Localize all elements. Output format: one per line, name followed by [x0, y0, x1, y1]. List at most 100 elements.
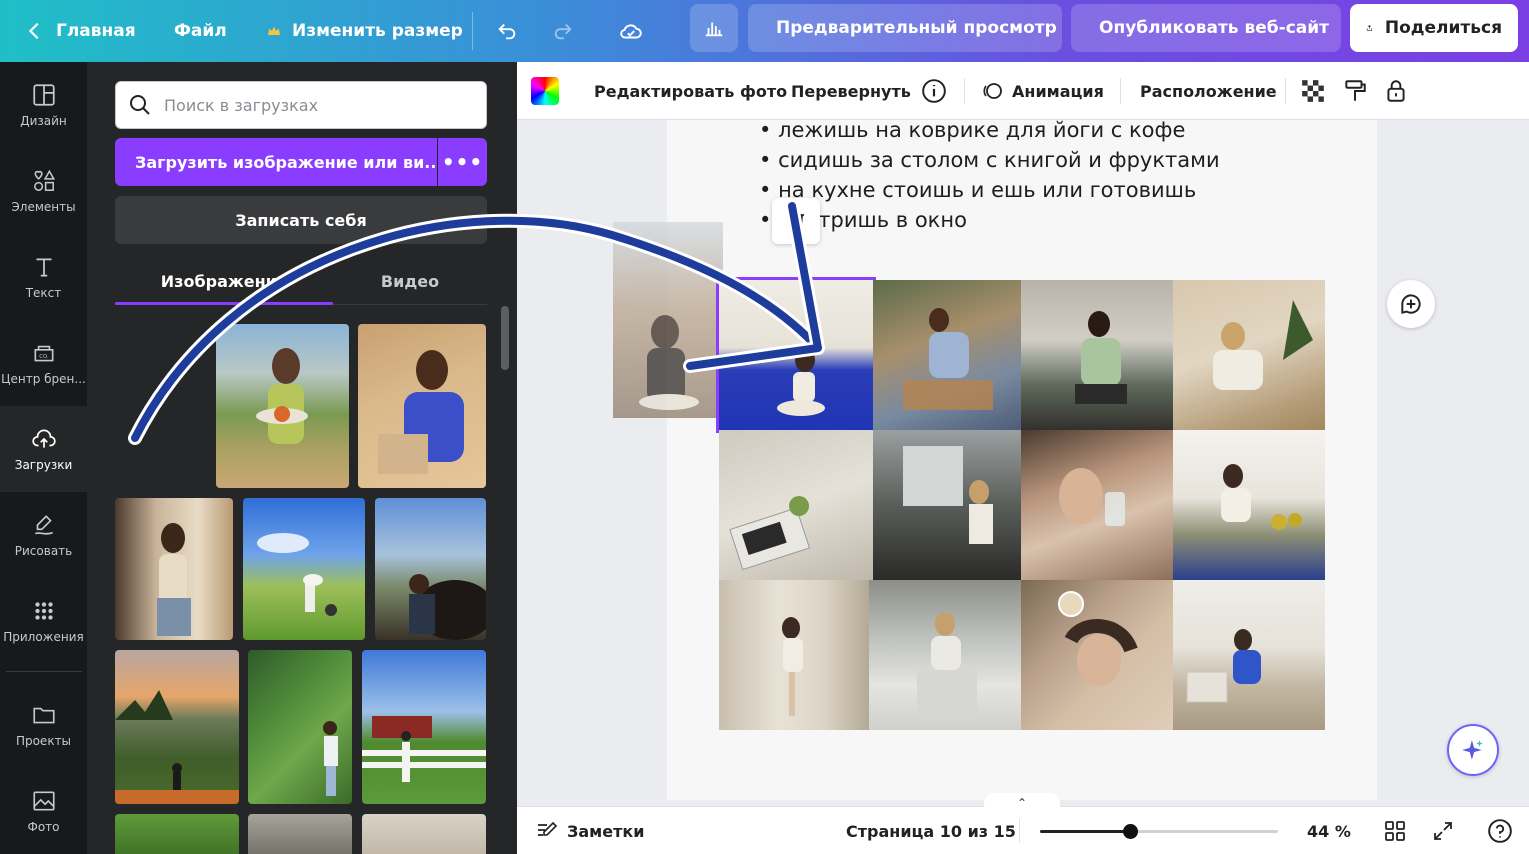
- grid-photo[interactable]: [719, 580, 869, 730]
- laptop-figure: [729, 496, 811, 571]
- notes-button[interactable]: Заметки: [535, 807, 644, 854]
- grid-photo[interactable]: [1021, 580, 1173, 730]
- publish-website-button[interactable]: Опубликовать веб-сайт: [1071, 4, 1341, 52]
- farm-figure: [362, 716, 486, 782]
- resize-button[interactable]: Изменить размер: [266, 0, 463, 62]
- upload-thumbnail[interactable]: [216, 324, 349, 488]
- animation-button[interactable]: Анимация: [980, 62, 1104, 120]
- color-picker-button[interactable]: [531, 62, 559, 120]
- grid-photo[interactable]: [1173, 430, 1325, 580]
- redo-icon: [554, 23, 572, 40]
- upload-thumbnail[interactable]: [362, 814, 486, 854]
- grid-photo[interactable]: [1173, 580, 1325, 730]
- upload-thumbnail[interactable]: [375, 498, 486, 640]
- redo-button[interactable]: [552, 0, 574, 62]
- nav-label: Рисовать: [14, 544, 73, 558]
- zoom-slider[interactable]: [1040, 824, 1278, 839]
- edit-photo-button[interactable]: Редактировать фото: [594, 62, 787, 120]
- nav-item-draw[interactable]: Рисовать: [0, 492, 87, 578]
- upload-thumbnail[interactable]: [362, 650, 486, 804]
- zoom-slider-fill: [1040, 830, 1130, 833]
- undo-button[interactable]: [496, 0, 518, 62]
- upload-thumbnail[interactable]: [358, 324, 486, 488]
- nav-label: Приложения: [3, 630, 84, 644]
- magic-assistant-button[interactable]: [1447, 724, 1499, 776]
- grid-photo[interactable]: [719, 430, 873, 580]
- nav-item-photos[interactable]: Фото: [0, 768, 87, 854]
- uploads-panel: Загрузить изображение или ви... ••• Запи…: [87, 62, 517, 854]
- bullet-item[interactable]: • на кухне стоишь и ешь или готовишь: [759, 178, 1196, 202]
- home-button[interactable]: Главная: [24, 0, 136, 62]
- nav-item-apps[interactable]: Приложения: [0, 578, 87, 664]
- person-figure: [1221, 464, 1302, 530]
- help-button[interactable]: [1487, 807, 1513, 854]
- grid-photo[interactable]: [1021, 280, 1173, 430]
- upload-more-button[interactable]: •••: [438, 138, 487, 186]
- nav-item-text[interactable]: Текст: [0, 234, 87, 320]
- grid-photo[interactable]: [1173, 280, 1325, 430]
- person-figure: [157, 523, 191, 636]
- fullscreen-button[interactable]: [1431, 807, 1455, 854]
- upload-thumbnail[interactable]: [115, 650, 239, 804]
- flip-button[interactable]: Перевернуть: [791, 62, 911, 120]
- preview-button[interactable]: Предварительный просмотр: [748, 4, 1062, 52]
- person-figure: [917, 612, 977, 720]
- grid-photo[interactable]: [873, 430, 1021, 580]
- grid-photo[interactable]: [869, 580, 1021, 730]
- add-comment-button[interactable]: [1387, 280, 1435, 328]
- search-box[interactable]: [115, 81, 487, 129]
- zoom-level[interactable]: 44 %: [1307, 807, 1351, 854]
- bullet-item[interactable]: • сидишь за столом с книгой и фруктами: [759, 148, 1220, 172]
- grid-photo[interactable]: [716, 277, 876, 433]
- grid-photo[interactable]: [873, 280, 1021, 430]
- folder-icon: [32, 707, 55, 724]
- animation-icon: [983, 83, 1002, 99]
- bullet-item[interactable]: • лежишь на коврике для йоги с кофе: [759, 120, 1185, 142]
- insights-button[interactable]: [690, 4, 738, 52]
- edit-photo-label: Редактировать фото: [594, 81, 788, 101]
- draw-icon: [34, 515, 53, 535]
- upload-thumbnail[interactable]: [248, 650, 352, 804]
- delete-button[interactable]: [772, 198, 820, 244]
- copy-style-button[interactable]: [1342, 62, 1368, 120]
- grid-photo[interactable]: [1021, 430, 1173, 580]
- tab-label: Изображения: [160, 271, 288, 291]
- transparency-button[interactable]: [1300, 62, 1326, 120]
- upload-media-button[interactable]: Загрузить изображение или ви...: [115, 138, 437, 186]
- panel-scrollbar[interactable]: [501, 306, 509, 370]
- nav-item-design[interactable]: Дизайн: [0, 62, 87, 148]
- zoom-slider-handle[interactable]: [1123, 824, 1138, 839]
- page-indicator[interactable]: Страница 10 из 15: [846, 807, 1016, 854]
- file-menu[interactable]: Файл: [174, 0, 227, 62]
- upload-thumbnail[interactable]: [115, 814, 239, 854]
- record-yourself-button[interactable]: Записать себя: [115, 196, 487, 244]
- tab-images[interactable]: Изображения: [115, 258, 333, 304]
- search-input[interactable]: [164, 95, 464, 115]
- upload-thumbnail[interactable]: [243, 498, 365, 640]
- position-button[interactable]: Расположение: [1140, 62, 1277, 120]
- upload-thumbnail[interactable]: [115, 498, 233, 640]
- nav-item-uploads[interactable]: Загрузки: [0, 406, 87, 492]
- nav-item-projects[interactable]: Проекты: [0, 682, 87, 768]
- kitchen-figure: [903, 446, 993, 544]
- nav-label: Фото: [27, 820, 60, 834]
- grid-view-button[interactable]: [1383, 807, 1407, 854]
- grid-view-icon: [1385, 821, 1405, 841]
- cloud-save-button[interactable]: [618, 0, 644, 62]
- nav-item-elements[interactable]: Элементы: [0, 148, 87, 234]
- publish-label: Опубликовать веб-сайт: [1099, 18, 1330, 38]
- nav-item-brand[interactable]: CO. Центр брен...: [0, 320, 87, 406]
- upload-thumbnail[interactable]: [248, 814, 352, 854]
- undo-icon: [498, 23, 516, 40]
- share-button[interactable]: Поделиться: [1350, 4, 1518, 52]
- nav-label: Проекты: [15, 734, 72, 748]
- tab-videos[interactable]: Видео: [333, 258, 487, 304]
- svg-text:CO.: CO.: [39, 354, 49, 360]
- info-button[interactable]: [921, 62, 947, 120]
- person-figure: [256, 348, 308, 444]
- dragged-photo[interactable]: [613, 222, 723, 418]
- lock-button[interactable]: [1383, 62, 1409, 120]
- zoom-label: 44 %: [1307, 821, 1351, 841]
- layout-icon: [32, 84, 55, 106]
- crown-icon: [268, 26, 280, 35]
